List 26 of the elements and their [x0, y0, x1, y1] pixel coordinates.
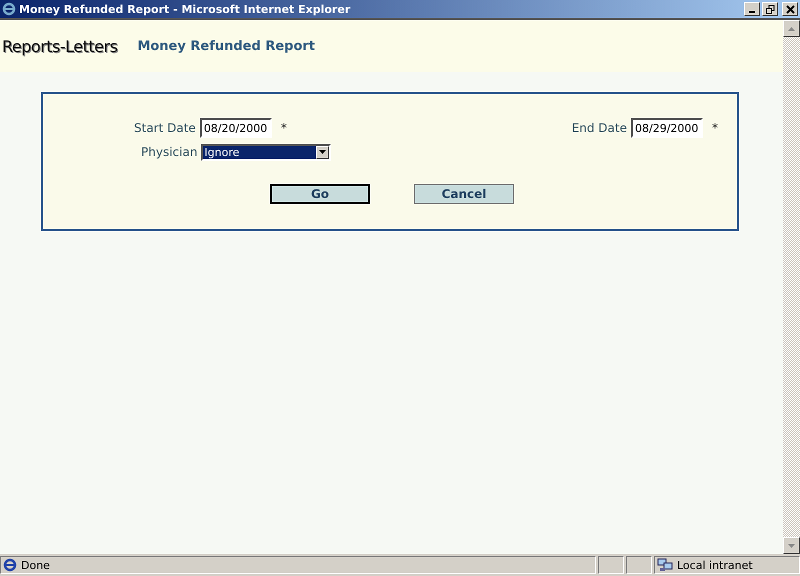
status-text: Done	[21, 558, 50, 572]
dropdown-value: Ignore	[203, 146, 316, 158]
page-icon	[3, 558, 17, 572]
restore-icon	[766, 4, 774, 14]
browser-icon	[2, 2, 16, 16]
go-button[interactable]: Go	[270, 184, 370, 204]
page-title: Money Refunded Report	[137, 38, 316, 54]
window-title: Money Refunded Report - Microsoft Internet Explorer	[19, 2, 350, 16]
section-title: Reports-Letters	[2, 36, 118, 56]
status-pane	[598, 556, 624, 574]
network-icon	[657, 558, 673, 572]
field-label: Start Date	[134, 121, 196, 135]
field-label: Physician	[141, 145, 198, 159]
close-icon	[786, 4, 794, 14]
required-mark: *	[712, 121, 718, 135]
date-field[interactable]: 08/29/2000	[631, 118, 703, 138]
close-button[interactable]	[782, 2, 798, 16]
restore-button[interactable]	[762, 2, 778, 16]
zone-text: Local intranet	[677, 558, 753, 572]
date-field[interactable]: 08/20/2000	[200, 118, 272, 138]
required-mark: *	[280, 121, 287, 135]
minimize-button[interactable]	[744, 2, 760, 16]
cancel-button[interactable]: Cancel	[414, 184, 514, 204]
physician-dropdown[interactable]: Ignore	[201, 144, 332, 160]
field-label: End Date	[572, 121, 627, 135]
status-pane	[626, 556, 652, 574]
